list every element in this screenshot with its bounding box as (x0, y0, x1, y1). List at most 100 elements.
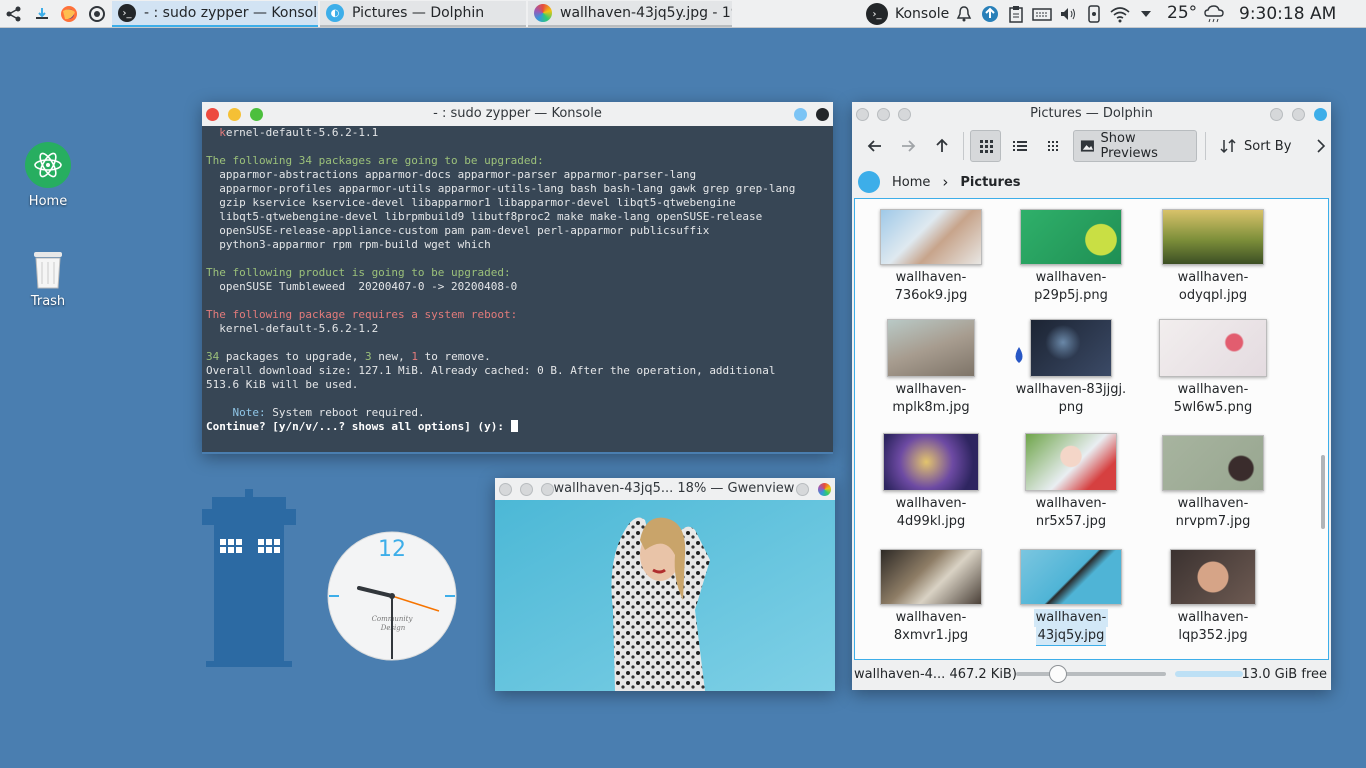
tray-konsole[interactable]: ›_ Konsole (866, 3, 960, 25)
updates-icon[interactable] (980, 4, 1000, 24)
file-name-line2: lqp352.jpg (1178, 628, 1248, 643)
dolphin-window[interactable]: Pictures — Dolphin Show Previews Sort By… (852, 102, 1331, 690)
file-item[interactable]: wallhaven-lqp352.jpg (1143, 549, 1283, 645)
icons-view-button[interactable] (969, 130, 1002, 162)
tray-expand-chevron-icon[interactable] (1137, 4, 1155, 24)
free-space-label: 13.0 GiB free (1241, 666, 1327, 682)
task-gwenview-label: wallhaven-43jq5y.jpg - 192... (560, 5, 732, 21)
file-name-line2: nr5x57.jpg (1035, 514, 1107, 529)
system-settings-icon[interactable] (83, 0, 111, 28)
file-item[interactable]: wallhaven-mplk8m.jpg (861, 319, 1001, 417)
volume-icon[interactable] (1058, 4, 1078, 24)
dolphin-icon: ◐ (326, 4, 344, 22)
dolphin-maximize-button[interactable] (898, 108, 911, 121)
forward-button[interactable] (894, 130, 924, 162)
desktop-icon-home[interactable]: Home (8, 142, 88, 209)
notifications-icon[interactable] (954, 4, 974, 24)
terminal-line: apparmor-profiles apparmor-utils apparmo… (206, 182, 796, 195)
file-name-line1: wallhaven- (895, 496, 967, 511)
dolphin-minimize-button[interactable] (877, 108, 890, 121)
task-konsole[interactable]: ›_ - : sudo zypper — Konsole (112, 1, 318, 27)
file-thumbnail (1162, 435, 1264, 491)
dolphin-close-button[interactable] (856, 108, 869, 121)
konsole-title: - : sudo zypper — Konsole (433, 106, 602, 121)
dolphin-menu-icon[interactable] (1314, 108, 1327, 121)
weather-temperature[interactable]: 25° (1167, 3, 1197, 23)
keep-above-button[interactable] (794, 108, 807, 121)
show-previews-button[interactable]: Show Previews (1072, 130, 1198, 162)
close-button[interactable] (206, 108, 219, 121)
gwenview-keep-above-button[interactable] (796, 483, 809, 496)
file-thumbnail (1159, 319, 1267, 377)
file-item[interactable]: wallhaven-83jjgj. png (1001, 319, 1141, 417)
file-name-line2: odyqpl.jpg (1178, 288, 1248, 303)
zoom-slider[interactable] (1016, 665, 1166, 683)
panel-clock[interactable]: 9:30:18 AM (1239, 4, 1336, 24)
breadcrumb-home[interactable]: Home (892, 175, 930, 190)
file-thumbnail (1020, 209, 1122, 265)
dolphin-shade-button[interactable] (1292, 108, 1305, 121)
terminal-line: Overall download size: 127.1 MiB. Alread… (206, 364, 776, 377)
file-thumbnail (1030, 319, 1112, 377)
firefox-icon[interactable] (55, 0, 83, 28)
toolbar-more-button[interactable] (1311, 130, 1331, 162)
back-button[interactable] (860, 130, 890, 162)
gwenview-minimize-button[interactable] (520, 483, 533, 496)
breadcrumb-pictures[interactable]: Pictures (960, 175, 1020, 190)
weather-cloud-icon[interactable] (1202, 4, 1226, 24)
application-launcher-icon[interactable] (0, 0, 28, 28)
details-view-button[interactable] (1039, 130, 1069, 162)
file-item[interactable]: wallhaven- 5wl6w5.png (1143, 319, 1283, 417)
file-item[interactable]: wallhaven-p29p5j.png (1001, 209, 1141, 305)
gwenview-title: wallhaven-43jq5... 18% — Gwenview (553, 481, 795, 496)
task-dolphin[interactable]: ◐ Pictures — Dolphin (320, 1, 526, 27)
maximize-button[interactable] (250, 108, 263, 121)
file-view-scrollbar[interactable] (1321, 455, 1325, 529)
file-name-line2: nrvpm7.jpg (1175, 514, 1251, 529)
konsole-titlebar[interactable]: - : sudo zypper — Konsole (202, 102, 833, 126)
task-dolphin-label: Pictures — Dolphin (352, 5, 485, 21)
file-thumbnail (1170, 549, 1256, 605)
file-name-line1: wallhaven- (895, 610, 967, 625)
sort-by-label: Sort By (1244, 138, 1292, 154)
terminal-line: 34 packages to upgrade, 3 new, 1 to remo… (206, 350, 491, 363)
terminal-output[interactable]: kernel-default-5.6.2-1.1 The following 3… (202, 126, 833, 452)
keyboard-icon[interactable] (1031, 4, 1053, 24)
gwenview-maximize-button[interactable] (541, 483, 554, 496)
sort-by-button[interactable]: Sort By (1214, 130, 1297, 162)
gwenview-window[interactable]: wallhaven-43jq5... 18% — Gwenview (495, 478, 835, 691)
file-name-line1: wallhaven- (1177, 496, 1249, 511)
arrow-up-icon (936, 138, 948, 152)
gwenview-menu-icon[interactable] (818, 483, 831, 496)
kdeconnect-icon[interactable] (1084, 4, 1104, 24)
status-bar: wallhaven-4... 467.2 KiB) 13.0 GiB free (852, 660, 1331, 688)
zoom-slider-handle[interactable] (1049, 665, 1067, 683)
up-button[interactable] (927, 130, 957, 162)
file-item[interactable]: wallhaven-nr5x57.jpg (1001, 433, 1141, 531)
konsole-window[interactable]: - : sudo zypper — Konsole kernel-default… (202, 102, 833, 454)
places-icon[interactable] (858, 171, 880, 193)
file-thumbnail (887, 319, 975, 377)
gwenview-image-canvas[interactable] (495, 500, 835, 691)
file-item[interactable]: wallhaven- 43jq5y.jpg (1001, 549, 1141, 646)
dolphin-keep-above-button[interactable] (1270, 108, 1283, 121)
clipboard-icon[interactable] (1006, 4, 1026, 24)
desktop-peek-icon[interactable] (28, 0, 56, 28)
task-gwenview[interactable]: wallhaven-43jq5y.jpg - 192... (528, 1, 732, 27)
file-item[interactable]: wallhaven-odyqpl.jpg (1143, 209, 1283, 305)
file-item[interactable]: wallhaven-nrvpm7.jpg (1143, 435, 1283, 531)
file-item[interactable]: wallhaven- 8xmvr1.jpg (861, 549, 1001, 645)
gwenview-close-button[interactable] (499, 483, 512, 496)
file-view[interactable]: wallhaven- 736ok9.jpg wallhaven-p29p5j.png… (854, 198, 1329, 660)
file-item[interactable]: wallhaven- 736ok9.jpg (861, 209, 1001, 305)
compact-view-button[interactable] (1005, 130, 1035, 162)
konsole-menu-icon[interactable] (816, 108, 829, 121)
desktop-icon-trash[interactable]: Trash (8, 248, 88, 309)
dolphin-titlebar[interactable]: Pictures — Dolphin (852, 102, 1331, 126)
gwenview-titlebar[interactable]: wallhaven-43jq5... 18% — Gwenview (495, 478, 835, 500)
wifi-icon[interactable] (1108, 4, 1132, 24)
file-item[interactable]: wallhaven- 4d99kl.jpg (861, 433, 1001, 531)
file-name-line1: wallhaven- (1177, 382, 1249, 397)
minimize-button[interactable] (228, 108, 241, 121)
